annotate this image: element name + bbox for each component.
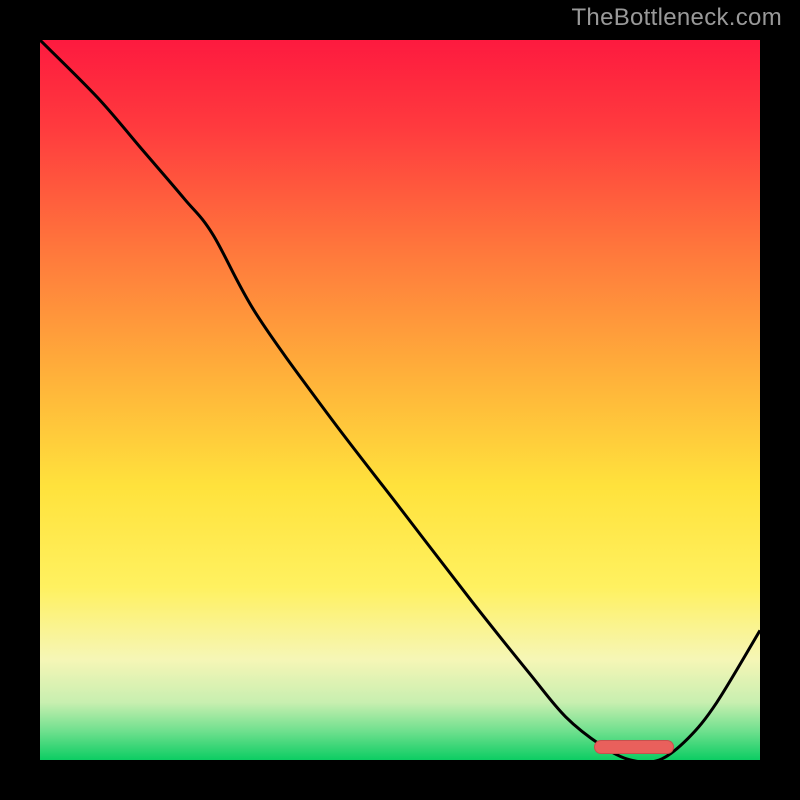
curve-path xyxy=(40,40,760,760)
optimal-range-marker xyxy=(594,740,673,754)
watermark-text: TheBottleneck.com xyxy=(571,4,782,32)
chart-frame: TheBottleneck.com xyxy=(0,0,800,800)
bottleneck-curve xyxy=(40,40,760,760)
plot-area xyxy=(40,40,760,760)
